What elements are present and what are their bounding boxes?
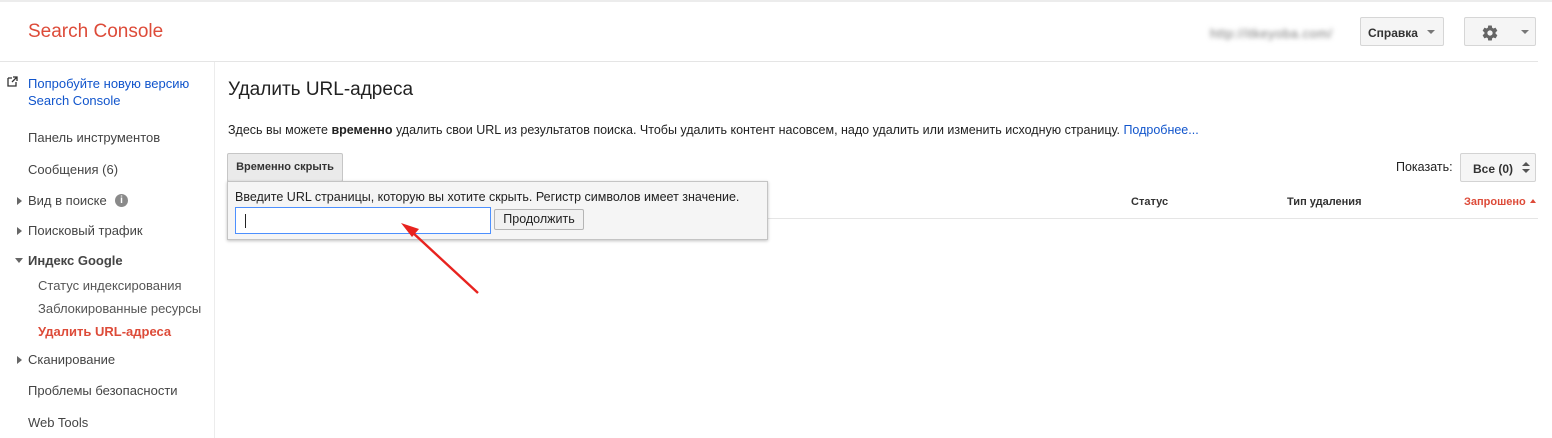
column-removal-type[interactable]: Тип удаления: [1287, 196, 1362, 208]
gear-icon: [1482, 25, 1498, 41]
continue-button[interactable]: Продолжить: [494, 209, 584, 230]
sidebar-item-search-traffic[interactable]: Поисковый трафик: [28, 223, 143, 238]
temporarily-hide-button[interactable]: Временно скрыть: [227, 153, 343, 182]
column-status[interactable]: Статус: [1131, 196, 1168, 208]
try-new-line-2: Search Console: [28, 93, 121, 108]
popup-instructions: Введите URL страницы, которую вы хотите …: [235, 190, 740, 204]
sidebar-item-index-status[interactable]: Статус индексирования: [38, 278, 182, 293]
desc-bold: временно: [331, 123, 393, 137]
sidebar-item-crawl[interactable]: Сканирование: [28, 352, 115, 367]
sidebar-item-messages[interactable]: Сообщения (6): [28, 162, 118, 177]
search-console-logo[interactable]: Search Console: [28, 21, 163, 43]
header: Search Console http://itkeyoba.com/ Спра…: [0, 2, 1538, 62]
sidebar-item-security-issues[interactable]: Проблемы безопасности: [28, 383, 178, 398]
hide-url-popup: Введите URL страницы, которую вы хотите …: [227, 181, 768, 240]
table-header-divider: [768, 218, 1538, 219]
collapse-arrow-icon[interactable]: [15, 258, 23, 263]
expand-arrow-icon[interactable]: [17, 197, 22, 205]
help-label: Справка: [1368, 26, 1418, 40]
url-input[interactable]: [235, 207, 491, 234]
column-requested[interactable]: Запрошено: [1464, 196, 1536, 208]
try-new-version-link[interactable]: Попробуйте новую версию Search Console: [28, 75, 189, 109]
sidebar-item-search-appearance[interactable]: Вид в поиске: [28, 193, 107, 208]
expand-arrow-icon[interactable]: [17, 356, 22, 364]
desc-text-start: Здесь вы можете: [228, 123, 332, 137]
show-filter-value: Все (0): [1473, 162, 1514, 176]
learn-more-link[interactable]: Подробнее...: [1123, 123, 1198, 137]
site-url[interactable]: http://itkeyoba.com/: [1210, 26, 1333, 41]
page-description: Здесь вы можете временно удалить свои UR…: [228, 123, 1199, 137]
text-cursor: [245, 214, 246, 228]
expand-arrow-icon[interactable]: [17, 227, 22, 235]
sort-ascending-icon: [1529, 199, 1536, 203]
sidebar-item-dashboard[interactable]: Панель инструментов: [28, 130, 160, 145]
sidebar-item-google-index[interactable]: Индекс Google: [28, 253, 123, 268]
try-new-line-1: Попробуйте новую версию: [28, 76, 190, 91]
sidebar-item-web-tools[interactable]: Web Tools: [28, 415, 88, 430]
sidebar-item-remove-urls[interactable]: Удалить URL-адреса: [38, 324, 171, 339]
external-link-icon: [7, 76, 18, 87]
chevron-down-icon: [1521, 30, 1529, 34]
help-button[interactable]: Справка: [1360, 17, 1444, 46]
show-filter-select[interactable]: Все (0): [1460, 153, 1536, 182]
desc-text-end: удалить свои URL из результатов поиска. …: [392, 123, 1124, 137]
info-icon[interactable]: i: [115, 194, 128, 207]
page-title: Удалить URL-адреса: [228, 79, 414, 100]
select-arrows-icon: [1522, 162, 1530, 174]
settings-button[interactable]: [1464, 17, 1536, 46]
sidebar-item-blocked-resources[interactable]: Заблокированные ресурсы: [38, 301, 201, 316]
sidebar: [0, 62, 215, 438]
show-filter-label: Показать:: [1396, 160, 1453, 174]
column-requested-label: Запрошено: [1464, 196, 1526, 208]
chevron-down-icon: [1427, 30, 1435, 34]
